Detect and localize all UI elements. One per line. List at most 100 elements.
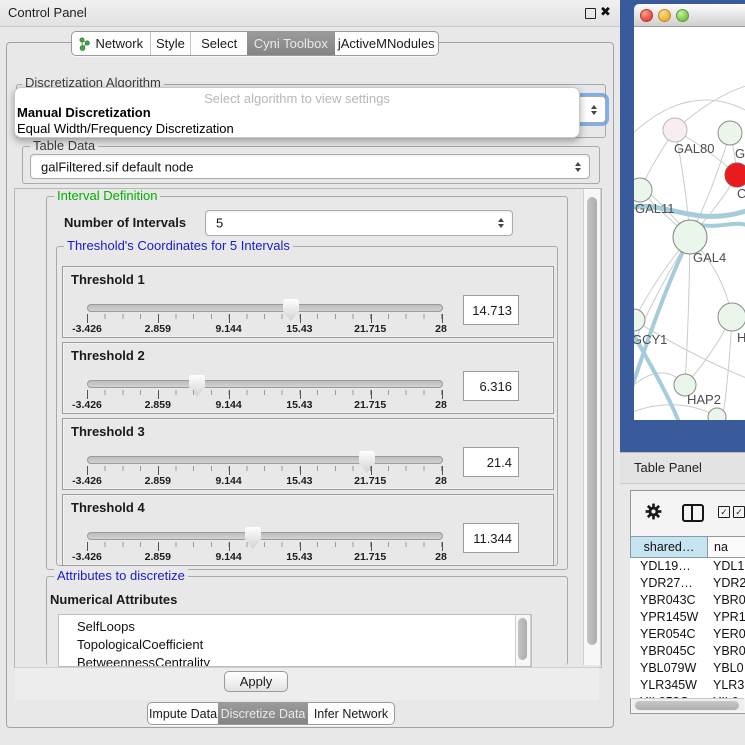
screen: Control Panel ✖ Network Style Select Cyn… xyxy=(0,0,745,745)
threshold-3-label: Threshold 3 xyxy=(71,424,145,439)
table-row[interactable]: YBL079WYBL0 xyxy=(630,660,745,677)
slider-track[interactable] xyxy=(87,304,443,312)
node-top-right[interactable] xyxy=(718,121,742,145)
threshold-2-label: Threshold 2 xyxy=(71,348,145,363)
tick-label: 15.43 xyxy=(286,323,312,335)
slider-track[interactable] xyxy=(87,532,443,540)
popup-option-manual[interactable]: Manual Discretization xyxy=(17,105,151,120)
tick-label: 9.144 xyxy=(215,323,241,335)
node-gcy1[interactable] xyxy=(634,309,645,331)
list-item[interactable]: TopologicalCoefficient xyxy=(77,637,203,652)
tab-impute-data[interactable]: Impute Data xyxy=(148,703,218,724)
apply-strip xyxy=(15,667,599,700)
tick-label: 21.715 xyxy=(354,399,386,411)
tab-infer-network[interactable]: Infer Network xyxy=(308,703,394,724)
threshold-4-value-field[interactable]: 11.344 xyxy=(463,523,519,553)
split-view-button[interactable] xyxy=(682,504,704,522)
list-scrollbar[interactable] xyxy=(515,615,531,666)
control-panel-tabbar: Network Style Select Cyni Toolbox jActiv… xyxy=(71,31,439,56)
table-row[interactable]: YER054CYER0 xyxy=(630,626,745,643)
panel-title: Control Panel xyxy=(8,5,87,20)
network-canvas[interactable]: GAL80 GA C GAL11 GAL4 GCY1 H HAP2 xyxy=(634,27,745,420)
tick-label: -3.426 xyxy=(72,551,102,563)
node-h[interactable] xyxy=(718,303,745,331)
table-row[interactable]: YBR043CYBR0 xyxy=(630,592,745,609)
node-gal11[interactable] xyxy=(634,178,652,202)
table-row[interactable]: YPR145WYPR1 xyxy=(630,609,745,626)
tick-label: 9.144 xyxy=(215,475,241,487)
combo-stepper-icon xyxy=(591,105,597,115)
tick-label: 15.43 xyxy=(286,399,312,411)
numerical-attributes-list: SelfLoops TopologicalCoefficient Between… xyxy=(58,614,532,667)
tick-label: 28 xyxy=(435,399,447,411)
node-gal80[interactable] xyxy=(663,118,687,142)
column-header-name[interactable]: na xyxy=(708,536,745,558)
table-panel-title: Table Panel xyxy=(634,460,702,475)
node-label: H xyxy=(737,330,745,345)
tick-label: 2.859 xyxy=(145,551,171,563)
slider-track[interactable] xyxy=(87,380,443,388)
table-data-value: galFiltered.sif default node xyxy=(41,159,193,174)
vertical-scrollbar[interactable] xyxy=(583,189,601,665)
network-icon xyxy=(78,37,91,51)
threshold-3-value-field[interactable]: 21.4 xyxy=(463,447,519,477)
tick-label: 28 xyxy=(435,323,447,335)
apply-button[interactable]: Apply xyxy=(224,671,288,692)
popup-option-equal-width[interactable]: Equal Width/Frequency Discretization xyxy=(17,121,234,136)
tab-discretize-data[interactable]: Discretize Data xyxy=(218,703,308,724)
tick-label: 21.715 xyxy=(354,551,386,563)
list-item[interactable]: SelfLoops xyxy=(77,619,135,634)
table-row[interactable]: YDR27…YDR2 xyxy=(630,575,745,592)
network-window-titlebar[interactable] xyxy=(634,4,745,27)
list-item[interactable]: BetweennessCentrality xyxy=(77,655,210,667)
slider-tick-marks xyxy=(87,390,442,395)
number-of-intervals-combobox[interactable]: 5 xyxy=(205,210,513,236)
table-horizontal-scrollbar-thumb[interactable] xyxy=(635,701,739,710)
node-selected-red[interactable] xyxy=(725,163,745,187)
node-label: GAL4 xyxy=(693,250,726,265)
threshold-1-label: Threshold 1 xyxy=(71,272,145,287)
node-label: HAP2 xyxy=(687,392,721,407)
table-row[interactable]: YBR045CYBR0 xyxy=(630,643,745,660)
split-view-icon xyxy=(691,506,693,520)
gear-icon xyxy=(644,502,663,521)
zoom-traffic-light-icon[interactable] xyxy=(676,9,689,22)
cyni-mode-tabbar: Impute Data Discretize Data Infer Networ… xyxy=(147,702,395,725)
thresholds-group-title: Threshold's Coordinates for 5 Intervals xyxy=(64,239,293,253)
node-label: GAL80 xyxy=(674,141,714,156)
threshold-1-value-field[interactable]: 14.713 xyxy=(463,295,519,325)
tick-label: 28 xyxy=(435,551,447,563)
select-columns-checkbox-icon[interactable]: ✓ xyxy=(718,506,730,518)
table-data-title: Table Data xyxy=(30,139,98,153)
combo-stepper-icon xyxy=(575,162,581,172)
list-scrollbar-thumb[interactable] xyxy=(518,618,527,660)
tab-style[interactable]: Style xyxy=(150,32,191,55)
float-window-icon[interactable] xyxy=(585,8,596,19)
threshold-1-panel: Threshold 1 -3.426 2.859 9.144 15.43 21.… xyxy=(62,266,554,338)
tab-cyni-toolbox[interactable]: Cyni Toolbox xyxy=(247,32,335,55)
table-row[interactable]: YDL19…YDL1 xyxy=(630,558,745,575)
table-row[interactable]: YLR345WYLR3 xyxy=(630,677,745,694)
control-panel-titlebar: Control Panel ✖ xyxy=(0,0,620,27)
node-label: GCY1 xyxy=(634,332,667,347)
node-label: GA xyxy=(735,146,745,161)
network-graph: GAL80 GA C GAL11 GAL4 GCY1 H HAP2 xyxy=(634,27,745,420)
threshold-2-value-field[interactable]: 6.316 xyxy=(463,371,519,401)
tick-label: 15.43 xyxy=(286,551,312,563)
column-header-shared-name[interactable]: shared… xyxy=(630,536,708,558)
vertical-scrollbar-thumb[interactable] xyxy=(587,197,597,645)
table-settings-button[interactable] xyxy=(644,502,663,524)
table-horizontal-scrollbar[interactable] xyxy=(632,698,744,711)
close-icon[interactable]: ✖ xyxy=(600,4,611,20)
select-all-checkbox-icon[interactable]: ✓ xyxy=(733,506,745,518)
edge xyxy=(685,237,690,385)
tab-network[interactable]: Network xyxy=(72,32,150,55)
node-gal4[interactable] xyxy=(673,220,707,254)
tab-jactivemnodules[interactable]: jActiveMNodules xyxy=(335,32,438,55)
table-data-combobox[interactable]: galFiltered.sif default node xyxy=(30,154,590,179)
close-traffic-light-icon[interactable] xyxy=(640,9,653,22)
minimize-traffic-light-icon[interactable] xyxy=(658,9,671,22)
slider-track[interactable] xyxy=(87,456,443,464)
tab-select[interactable]: Select xyxy=(190,32,247,55)
tick-label: 15.43 xyxy=(286,475,312,487)
